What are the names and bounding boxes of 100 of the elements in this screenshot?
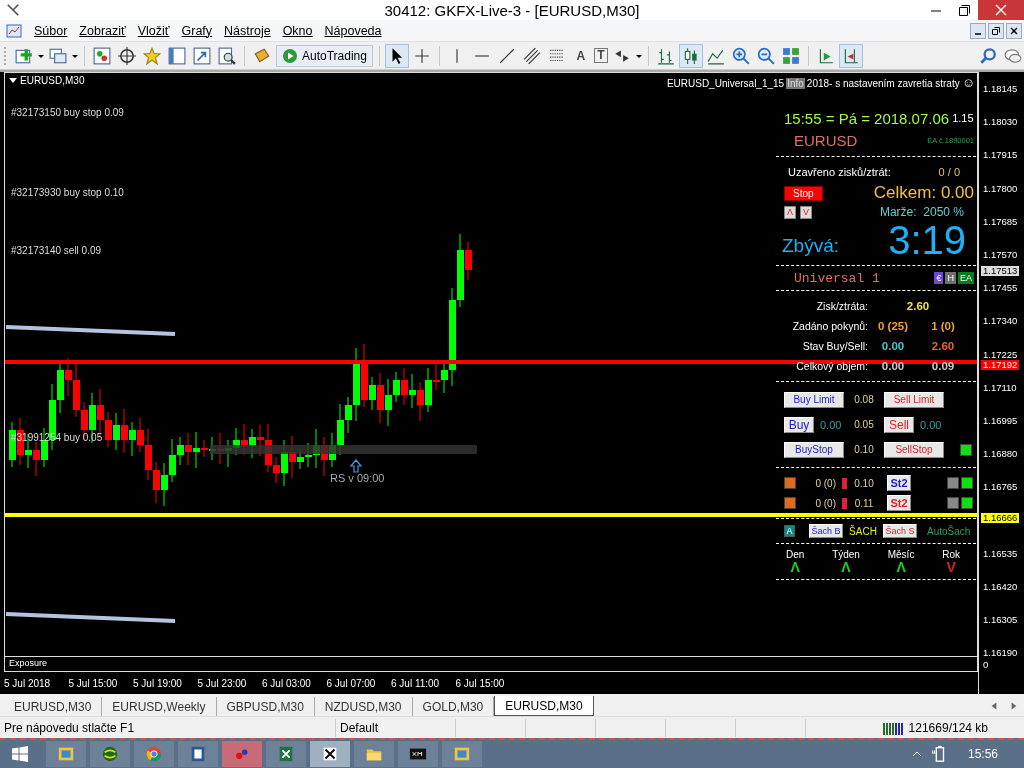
document-icon[interactable] — [189, 745, 207, 763]
sell-stop-button[interactable]: SellStop — [884, 441, 944, 458]
time-label: 6 Jul 15:00 — [454, 677, 506, 689]
closed-label: Uzavřeno zisků/ztrát: — [788, 166, 891, 178]
chart-shift-icon[interactable] — [839, 44, 862, 67]
lots-value: 0.11 — [853, 497, 875, 509]
profile-name: Default — [336, 718, 456, 737]
start-icon[interactable] — [12, 746, 28, 762]
mode-badge[interactable]: EA — [958, 272, 974, 284]
toggle-square[interactable] — [961, 497, 973, 509]
mode-badge[interactable]: H — [945, 272, 956, 284]
menu-item[interactable]: Vložiť — [131, 23, 176, 38]
expert-note: 2018- s nastavením zavretia straty — [806, 77, 960, 89]
date-time: 15:55 = Pá = 2018.07.06 — [784, 109, 950, 127]
globe-icon[interactable] — [101, 745, 119, 763]
candlestick-icon[interactable] — [679, 44, 702, 67]
price-label: 1.18145 — [982, 84, 1019, 94]
label-tool[interactable]: T — [593, 48, 608, 63]
toggle-square[interactable] — [961, 477, 973, 489]
sell-limit-button[interactable]: Sell Limit — [884, 391, 944, 408]
closed-value: 0 / 0 — [938, 166, 960, 178]
period-label: Týden — [832, 549, 860, 560]
toggle-square[interactable] — [947, 497, 959, 509]
caret-icon — [9, 77, 17, 84]
chess-label: ŠACH — [848, 525, 878, 537]
chart-window-icon[interactable] — [6, 22, 22, 39]
st2-button[interactable]: St2 — [887, 475, 911, 491]
time-label: 6 Jul 11:00 — [390, 677, 441, 689]
price-label: 1.17340 — [982, 316, 1019, 327]
order-label: #32173930 buy stop 0.10 — [11, 187, 124, 198]
up-arrow-icon — [349, 459, 363, 473]
stat-value: 0.00 — [880, 340, 906, 352]
symbol-name: EURUSD — [794, 131, 858, 149]
price-label: 1.17800 — [982, 183, 1019, 194]
bid-price-label: 1.17513 — [981, 266, 1020, 276]
browser-icon[interactable] — [145, 745, 163, 763]
menu-item[interactable]: Súbor — [28, 23, 74, 38]
navigator-icon[interactable] — [116, 44, 138, 67]
price-label: 1.18030 — [982, 117, 1019, 128]
down-button[interactable]: V — [800, 205, 813, 219]
chart-symbol: EURUSD,M30 — [20, 75, 85, 86]
auto-button[interactable]: A — [784, 525, 795, 537]
price-label: 1.16880 — [982, 449, 1019, 460]
cursor-icon[interactable] — [385, 44, 408, 67]
terminal-icon[interactable] — [191, 44, 213, 67]
trend-arrow: Λ — [790, 560, 800, 574]
window-title: 30412: GKFX-Live-3 - [EURUSD,M30] — [383, 1, 641, 19]
strategy-name: Universal 1 — [794, 270, 880, 286]
menu-item[interactable]: Nástroje — [218, 23, 277, 38]
buy-button[interactable]: Buy — [784, 416, 814, 433]
chess-buy-button[interactable]: Šach B — [809, 524, 843, 538]
price-label: 1.16190 — [982, 648, 1019, 659]
buy-limit-button[interactable]: Buy Limit — [784, 391, 844, 408]
connection-bars-icon — [882, 720, 905, 735]
market-watch-icon[interactable] — [91, 44, 113, 67]
stat-value: 2.60 — [930, 340, 956, 352]
trend-arrow: Λ — [841, 560, 851, 574]
buy-stop-button[interactable]: BuyStop — [784, 441, 844, 458]
price-label: 1.16765 — [982, 482, 1019, 493]
restore-icon[interactable] — [988, 22, 1004, 39]
period-label: Měsíc — [887, 549, 915, 560]
clock[interactable]: 15:56 — [967, 747, 998, 761]
stat-label: Stav Buy/Sell: — [801, 340, 868, 352]
menu-item[interactable]: Nápoveda — [318, 23, 388, 38]
minimize-icon[interactable] — [970, 22, 986, 39]
time-label: 5 Jul 19:00 — [132, 677, 183, 689]
up-button[interactable]: Λ — [784, 205, 796, 219]
price-label: 1.16535 — [982, 548, 1019, 559]
text-tool[interactable]: A — [570, 46, 591, 65]
buy-price: 0.00 — [820, 418, 842, 431]
close-square[interactable] — [784, 477, 796, 489]
lots-value: 0.10 — [853, 477, 875, 489]
tester-icon[interactable] — [216, 44, 238, 67]
close-icon[interactable] — [1006, 22, 1022, 39]
toggle-square[interactable] — [947, 477, 959, 489]
play-icon — [282, 47, 298, 64]
menu-item[interactable]: Grafy — [175, 23, 219, 38]
sell-button[interactable]: Sell — [884, 416, 914, 433]
tray-caret-icon[interactable] — [911, 749, 922, 759]
chess-sell-button[interactable]: Šach S — [883, 524, 917, 538]
spread-value: 1.15 — [952, 112, 974, 124]
auto-chess-label: AutoŠach — [927, 525, 971, 537]
spreadsheet-icon[interactable] — [277, 745, 295, 763]
price-label: 1.17570 — [982, 250, 1019, 260]
mode-badge[interactable]: € — [934, 272, 944, 284]
tool-app-icon[interactable] — [321, 745, 339, 763]
data-window-icon[interactable] — [166, 44, 188, 67]
st2-button[interactable]: St2 — [887, 495, 911, 511]
toggle-square[interactable] — [960, 443, 972, 456]
stop-button[interactable]: Stop — [784, 185, 823, 201]
status-text: Pre nápovedu stlačte F1 — [0, 718, 336, 737]
autotrading-button[interactable]: AutoTrading — [276, 44, 373, 67]
menu-item[interactable]: Zobraziť — [73, 23, 132, 38]
period-label: Den — [786, 549, 805, 560]
close-square[interactable] — [784, 497, 796, 509]
chart-tab[interactable]: EURUSD,M30 — [494, 696, 594, 716]
menu-item[interactable]: Okno — [276, 23, 319, 38]
order-count: 0 (0) — [814, 497, 836, 509]
time-label: 6 Jul 07:00 — [325, 677, 377, 689]
smiley-icon: ☺ — [961, 77, 975, 89]
